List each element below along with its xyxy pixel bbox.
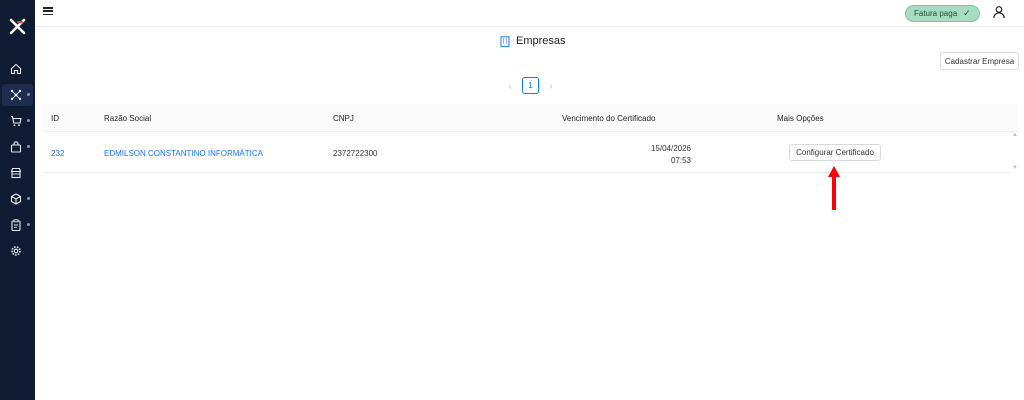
table-scrollbar[interactable]: ▲ ▼	[1012, 132, 1018, 173]
scroll-up-icon[interactable]: ▲	[1012, 132, 1018, 138]
nav-dot	[27, 197, 30, 200]
store-icon	[10, 167, 22, 179]
app-logo-icon[interactable]	[9, 18, 26, 35]
prev-page-icon[interactable]: ‹	[504, 78, 516, 93]
certificate-expiry-time: 07:53	[670, 156, 691, 165]
building-icon	[500, 35, 510, 47]
sidebar-item-home[interactable]	[2, 58, 33, 80]
sidebar-item-network[interactable]	[2, 84, 33, 106]
column-header-id: ID	[51, 114, 59, 123]
column-header-razao-social: Razão Social	[104, 114, 152, 123]
bag-icon	[10, 141, 22, 153]
sidebar-item-store[interactable]	[2, 162, 33, 184]
sidebar-item-cart[interactable]	[2, 110, 33, 132]
nav-dot	[27, 223, 30, 226]
table-header: ID Razão Social CNPJ Vencimento do Certi…	[43, 104, 1018, 132]
page-title: Empresas	[516, 35, 566, 47]
company-name-link[interactable]: EDMILSON CONSTANTINO INFORMÁTICA	[104, 149, 263, 158]
company-cnpj: 2372722300	[333, 149, 378, 158]
page-title-row: Empresas	[500, 34, 566, 48]
company-id-link[interactable]: 232	[51, 149, 64, 158]
column-header-vencimento: Vencimento do Certificado	[562, 114, 656, 123]
gear-icon	[11, 246, 21, 256]
cart-icon	[11, 115, 22, 127]
nav-dot	[27, 119, 30, 122]
sidebar	[0, 0, 35, 400]
sidebar-item-bag[interactable]	[2, 136, 33, 158]
check-icon: ✓	[963, 8, 971, 18]
configure-certificate-button[interactable]: Configurar Certificado	[789, 144, 881, 161]
certificate-expiry: 15/04/2026 07:53	[643, 143, 691, 167]
column-header-mais-opcoes: Mais Opções	[777, 114, 824, 123]
box-icon	[10, 193, 22, 205]
user-icon[interactable]	[992, 5, 1006, 19]
home-icon	[10, 63, 22, 75]
menu-toggle-icon[interactable]	[43, 7, 53, 15]
page-number-button[interactable]: 1	[522, 77, 539, 94]
clipboard-icon	[11, 219, 21, 231]
register-company-button[interactable]: Cadastrar Empresa	[940, 52, 1019, 70]
scroll-down-icon[interactable]: ▼	[1012, 165, 1018, 171]
column-header-cnpj: CNPJ	[333, 114, 354, 123]
nav-dot	[27, 93, 30, 96]
sidebar-item-box[interactable]	[2, 188, 33, 210]
network-icon	[10, 89, 22, 101]
sidebar-item-settings[interactable]	[2, 240, 33, 262]
sidebar-item-clipboard[interactable]	[2, 214, 33, 236]
annotation-arrow-icon	[828, 166, 840, 210]
next-page-icon[interactable]: ›	[545, 78, 557, 93]
nav-dot	[27, 145, 30, 148]
table-row: 232 EDMILSON CONSTANTINO INFORMÁTICA 237…	[43, 132, 1011, 173]
topbar: Fatura paga ✓	[35, 0, 1024, 27]
status-badge[interactable]: Fatura paga ✓	[905, 5, 980, 22]
certificate-expiry-date: 15/04/2026	[650, 144, 691, 153]
status-badge-label: Fatura paga	[914, 9, 958, 18]
